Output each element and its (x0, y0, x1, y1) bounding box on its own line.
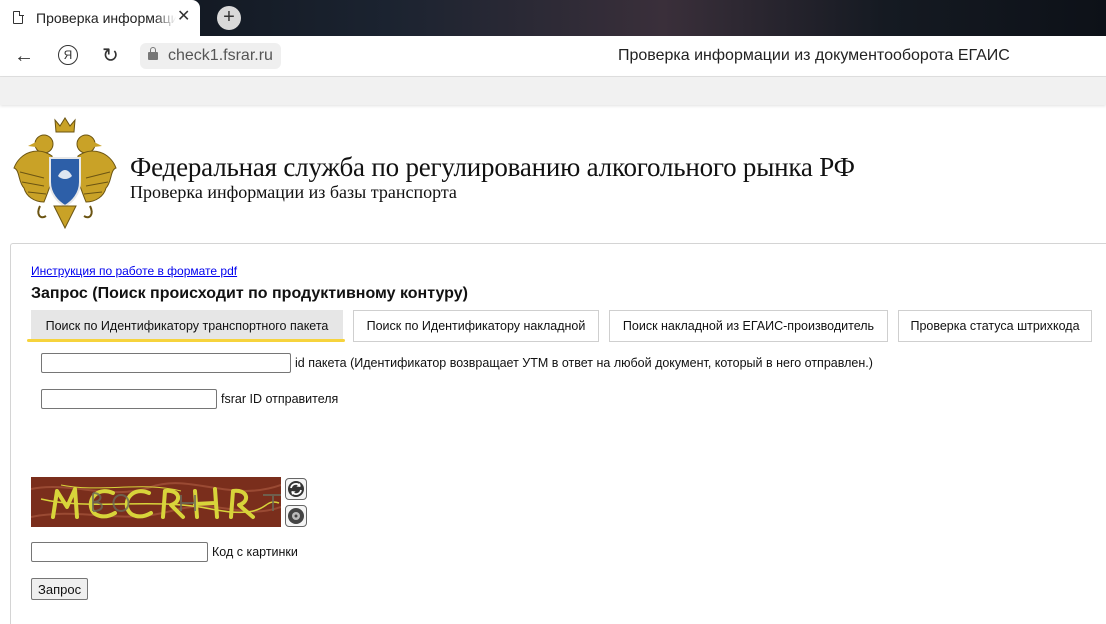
new-tab-button[interactable]: + (217, 6, 241, 30)
captcha-input-label: Код с картинки (212, 545, 298, 559)
close-tab-icon[interactable]: ✕ (177, 8, 190, 26)
pdf-instructions-link[interactable]: Инструкция по работе в формате pdf (31, 264, 237, 278)
tab-barcode-status[interactable]: Проверка статуса штрихкода (898, 310, 1092, 342)
captcha-image (31, 477, 281, 527)
url-field[interactable]: check1.fsrar.ru (140, 43, 281, 69)
page-heading: Проверка информации из документооборота … (618, 47, 1010, 64)
package-id-input[interactable] (41, 353, 291, 373)
double-headed-eagle-emblem (13, 117, 117, 230)
tab-search-waybill-producer[interactable]: Поиск накладной из ЕГАИС-производитель (609, 310, 888, 342)
submit-query-button[interactable]: Запрос (31, 578, 89, 600)
url-text: check1.fsrar.ru (168, 47, 273, 64)
org-subtitle: Проверка информации из базы транспорта (130, 182, 457, 202)
speaker-icon (288, 508, 304, 524)
org-title: Федеральная служба по регулированию алко… (130, 152, 855, 182)
tab-search-by-waybill-id[interactable]: Поиск по Идентификатору накладной (353, 310, 599, 342)
browser-tab[interactable]: Проверка информации из документооборота … (0, 0, 200, 36)
lock-icon (148, 47, 158, 60)
browser-tab-title: Проверка информации из документооборота … (36, 10, 176, 26)
reload-icon[interactable]: ↻ (102, 43, 119, 68)
active-tab-indicator (27, 339, 345, 342)
refresh-icon (288, 481, 304, 497)
sender-fsrar-id-label: fsrar ID отправителя (221, 392, 339, 406)
package-id-label: id пакета (Идентификатор возвращает УТМ … (295, 356, 873, 370)
captcha-audio-button[interactable] (285, 505, 307, 527)
captcha-refresh-button[interactable] (285, 478, 307, 500)
sender-fsrar-id-input[interactable] (41, 389, 217, 409)
address-bar: ← Я ↻ check1.fsrar.ru Проверка информаци… (0, 36, 1106, 77)
query-title: Запрос (Поиск происходит по продуктивном… (31, 285, 468, 302)
browser-tab-strip: Проверка информации из документооборота … (0, 0, 1106, 36)
back-icon[interactable]: ← (14, 45, 34, 68)
document-icon (13, 10, 24, 24)
tab-search-by-package-id[interactable]: Поиск по Идентификатору транспортного па… (31, 310, 343, 342)
yandex-icon[interactable]: Я (58, 45, 78, 65)
bookmarks-bar (0, 77, 1106, 105)
captcha-input[interactable] (31, 542, 208, 562)
